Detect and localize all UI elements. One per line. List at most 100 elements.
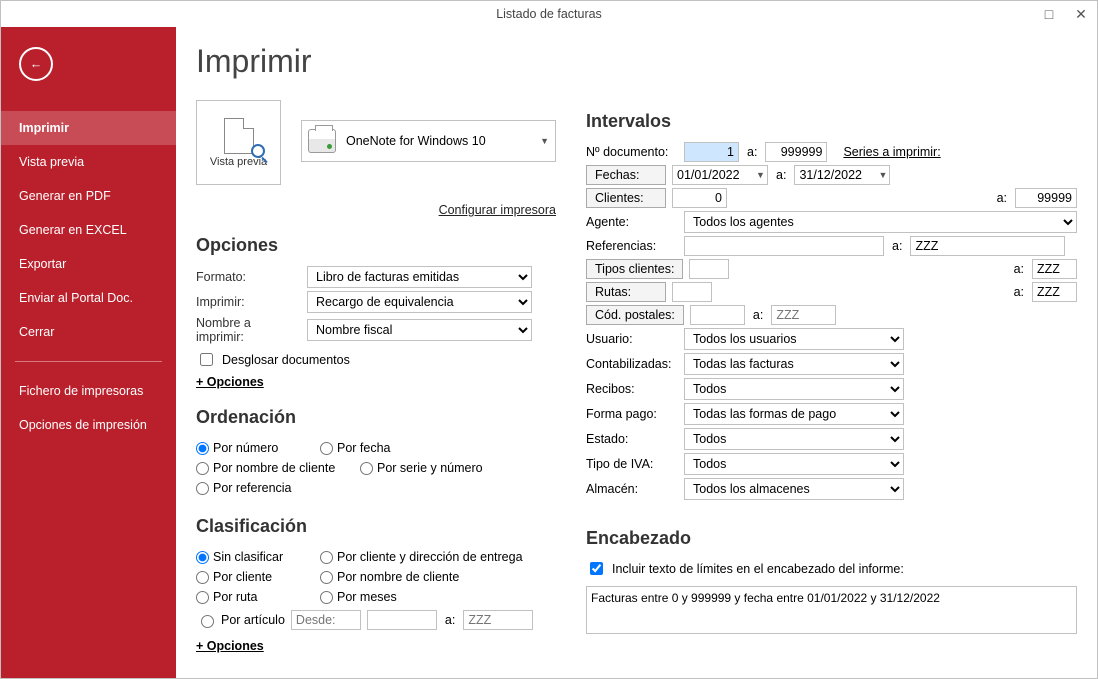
tipoiva-select[interactable]: Todos — [684, 453, 904, 475]
fecha-from-input[interactable] — [672, 165, 754, 185]
clasif-plus-link[interactable]: + Opciones — [196, 639, 264, 653]
cli-from-input[interactable] — [672, 188, 727, 208]
cls-por-articulo[interactable]: Por artículo — [196, 612, 285, 628]
usuario-label: Usuario: — [586, 332, 678, 346]
title-bar: Listado de facturas □ ✕ — [1, 1, 1097, 27]
cls-por-meses[interactable]: Por meses — [320, 590, 550, 604]
page-title: Imprimir — [196, 43, 556, 80]
chevron-down-icon[interactable]: ▼ — [754, 165, 768, 185]
sidebar-item-vista-previa[interactable]: Vista previa — [1, 145, 176, 179]
rutas-button[interactable]: Rutas: — [586, 282, 666, 302]
tipos-from-input[interactable] — [689, 259, 729, 279]
options-heading: Opciones — [196, 235, 556, 256]
rutas-to-input[interactable] — [1032, 282, 1077, 302]
referencias-label: Referencias: — [586, 239, 678, 253]
desglosar-checkbox[interactable] — [200, 353, 213, 366]
clasif-desde-input-2[interactable] — [367, 610, 437, 630]
chevron-down-icon[interactable]: ▼ — [876, 165, 890, 185]
cls-por-cliente[interactable]: Por cliente — [196, 570, 316, 584]
fechas-button[interactable]: Fechas: — [586, 165, 666, 185]
ord-por-referencia[interactable]: Por referencia — [196, 481, 316, 495]
sidebar-item-opciones-impresion[interactable]: Opciones de impresión — [1, 408, 176, 442]
cpost-a-label: a: — [751, 308, 765, 322]
recibos-label: Recibos: — [586, 382, 678, 396]
encabezado-checkbox[interactable] — [590, 562, 603, 575]
sidebar-item-exportar[interactable]: Exportar — [1, 247, 176, 281]
sidebar: ← Imprimir Vista previa Generar en PDF G… — [1, 27, 176, 678]
sidebar-item-cerrar[interactable]: Cerrar — [1, 315, 176, 349]
imprimir-label: Imprimir: — [196, 295, 301, 309]
cpost-button[interactable]: Cód. postales: — [586, 305, 684, 325]
clientes-button[interactable]: Clientes: — [586, 188, 666, 208]
tipos-clientes-button[interactable]: Tipos clientes: — [586, 259, 683, 279]
ord-por-fecha[interactable]: Por fecha — [320, 441, 410, 455]
sidebar-item-generar-excel[interactable]: Generar en EXCEL — [1, 213, 176, 247]
clasificacion-heading: Clasificación — [196, 516, 556, 537]
fechas-a-label: a: — [774, 168, 788, 182]
cls-sin-clasificar[interactable]: Sin clasificar — [196, 550, 316, 564]
sidebar-item-fichero-impresoras[interactable]: Fichero de impresoras — [1, 374, 176, 408]
options-plus-link[interactable]: + Opciones — [196, 375, 264, 389]
contab-select[interactable]: Todas las facturas — [684, 353, 904, 375]
nombre-select[interactable]: Nombre fiscal — [307, 319, 532, 341]
nombre-label: Nombre a imprimir: — [196, 316, 301, 344]
clasif-a-label: a: — [443, 613, 457, 627]
cli-to-input[interactable] — [1015, 188, 1077, 208]
ref-to-input[interactable] — [910, 236, 1065, 256]
preview-card[interactable]: Vista previa — [196, 100, 281, 185]
ordenacion-heading: Ordenación — [196, 407, 556, 428]
document-icon — [224, 118, 254, 154]
cpost-from-input[interactable] — [690, 305, 745, 325]
ndoc-to-input[interactable] — [765, 142, 827, 162]
imprimir-select[interactable]: Recargo de equivalencia — [307, 291, 532, 313]
cls-por-nombre-cliente[interactable]: Por nombre de cliente — [320, 570, 550, 584]
maximize-button[interactable]: □ — [1033, 1, 1065, 27]
ndoc-label: Nº documento: — [586, 145, 678, 159]
rutas-a-label: a: — [1012, 285, 1026, 299]
ord-por-nombre-cliente[interactable]: Por nombre de cliente — [196, 461, 356, 475]
formato-select[interactable]: Libro de facturas emitidas — [307, 266, 532, 288]
arrow-left-icon: ← — [30, 57, 43, 71]
ndoc-from-input[interactable] — [684, 142, 739, 162]
back-button[interactable]: ← — [19, 47, 53, 81]
encabezado-heading: Encabezado — [586, 528, 1077, 549]
rutas-from-input[interactable] — [672, 282, 712, 302]
sidebar-item-imprimir[interactable]: Imprimir — [1, 111, 176, 145]
cls-cliente-direccion[interactable]: Por cliente y dirección de entrega — [320, 550, 550, 564]
almacen-select[interactable]: Todos los almacenes — [684, 478, 904, 500]
ord-por-numero[interactable]: Por número — [196, 441, 316, 455]
printer-icon — [308, 129, 336, 153]
ord-por-serie-numero[interactable]: Por serie y número — [360, 461, 490, 475]
intervalos-heading: Intervalos — [586, 111, 1077, 132]
fecha-to-input[interactable] — [794, 165, 876, 185]
fpago-label: Forma pago: — [586, 407, 678, 421]
tipos-to-input[interactable] — [1032, 259, 1077, 279]
cpost-to-input[interactable] — [771, 305, 836, 325]
agente-select[interactable]: Todos los agentes — [684, 211, 1077, 233]
tipoiva-label: Tipo de IVA: — [586, 457, 678, 471]
formato-label: Formato: — [196, 270, 301, 284]
printer-select[interactable]: OneNote for Windows 10 ▼ — [301, 120, 556, 162]
desglosar-label: Desglosar documentos — [222, 353, 350, 367]
ndoc-a-label: a: — [745, 145, 759, 159]
cls-por-ruta[interactable]: Por ruta — [196, 590, 316, 604]
chevron-down-icon: ▼ — [540, 136, 549, 146]
printer-name: OneNote for Windows 10 — [346, 134, 486, 148]
configure-printer-link[interactable]: Configurar impresora — [439, 203, 556, 217]
recibos-select[interactable]: Todos — [684, 378, 904, 400]
series-imprimir-link[interactable]: Series a imprimir: — [843, 145, 940, 159]
fpago-select[interactable]: Todas las formas de pago — [684, 403, 904, 425]
agente-label: Agente: — [586, 215, 678, 229]
usuario-select[interactable]: Todos los usuarios — [684, 328, 904, 350]
sidebar-item-enviar-portal[interactable]: Enviar al Portal Doc. — [1, 281, 176, 315]
clasif-desde-input[interactable] — [291, 610, 361, 630]
tipos-a-label: a: — [1012, 262, 1026, 276]
ref-from-input[interactable] — [684, 236, 884, 256]
estado-select[interactable]: Todos — [684, 428, 904, 450]
encabezado-textarea[interactable] — [586, 586, 1077, 634]
ref-a-label: a: — [890, 239, 904, 253]
sidebar-item-generar-pdf[interactable]: Generar en PDF — [1, 179, 176, 213]
clasif-a-input[interactable] — [463, 610, 533, 630]
close-button[interactable]: ✕ — [1065, 1, 1097, 27]
sidebar-separator — [15, 361, 162, 362]
